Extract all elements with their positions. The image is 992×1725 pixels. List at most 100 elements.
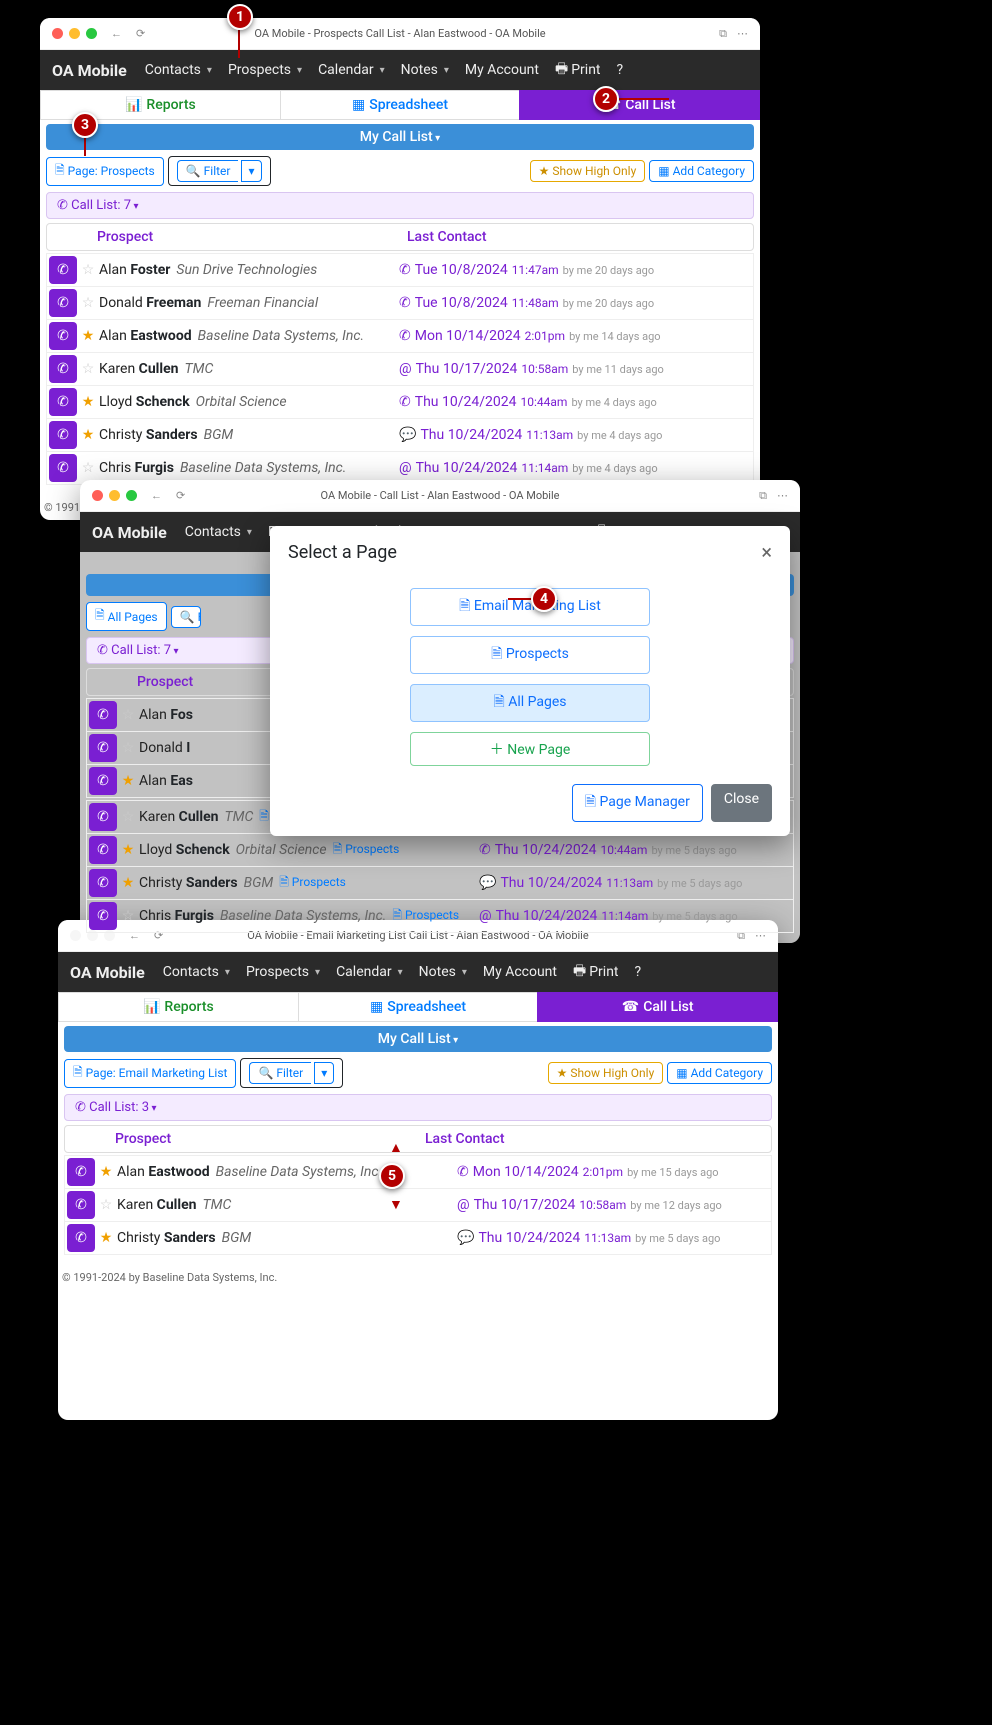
menu-print[interactable]: 🖶Print: [549, 54, 607, 86]
menu-notes[interactable]: Notes: [395, 58, 455, 82]
col-prospect[interactable]: Prospect: [105, 1131, 425, 1147]
cast-icon[interactable]: ⧉: [719, 27, 727, 41]
call-button[interactable]: ✆: [89, 803, 117, 831]
table-row[interactable]: ✆☆Karen CullenTMC@Thu 10/17/202410:58amb…: [46, 353, 754, 386]
table-row[interactable]: ✆☆Karen CullenTMC@Thu 10/17/202410:58amb…: [64, 1189, 772, 1222]
brand[interactable]: OA Mobile: [92, 523, 167, 542]
table-row[interactable]: ✆★Lloyd SchenckOrbital Science🗎 Prospect…: [86, 834, 794, 867]
page-option-newpage[interactable]: ＋ New Page: [410, 732, 650, 766]
call-list-count[interactable]: ✆ Call List: 3: [64, 1094, 772, 1121]
call-button[interactable]: ✆: [89, 869, 117, 897]
tab-calllist[interactable]: ☎Call List: [519, 90, 760, 120]
show-high-only-button[interactable]: ★ Show High Only: [548, 1062, 664, 1084]
reload-icon[interactable]: ⟳: [136, 27, 145, 40]
menu-myaccount[interactable]: My Account: [477, 960, 563, 984]
page-option-allpages[interactable]: 🗎 All Pages: [410, 684, 650, 722]
call-button[interactable]: ✆: [89, 734, 117, 762]
table-row[interactable]: ✆★Christy SandersBGM💬Thu 10/24/202411:13…: [64, 1222, 772, 1255]
menu-contacts[interactable]: Contacts: [179, 520, 258, 544]
menu-contacts[interactable]: Contacts: [157, 960, 236, 984]
call-button[interactable]: ✆: [67, 1158, 95, 1186]
page-manager-button[interactable]: 🗎 Page Manager: [572, 784, 703, 822]
star-icon[interactable]: ☆: [79, 460, 97, 476]
filter-caret-icon[interactable]: ▾: [314, 1062, 334, 1084]
menu-prospects[interactable]: Prospects: [240, 960, 326, 984]
cast-icon[interactable]: ⧉: [759, 489, 767, 503]
show-high-only-button[interactable]: ★ Show High Only: [530, 160, 646, 182]
call-button[interactable]: ✆: [49, 289, 77, 317]
star-icon[interactable]: ☆: [119, 809, 137, 825]
close-button[interactable]: Close: [711, 784, 772, 822]
tab-spreadsheet[interactable]: ▦ Spreadsheet: [298, 992, 538, 1022]
star-icon[interactable]: ★: [119, 842, 137, 858]
call-button[interactable]: ✆: [49, 454, 77, 482]
table-row[interactable]: ✆★Alan EastwoodBaseline Data Systems, In…: [64, 1155, 772, 1189]
star-icon[interactable]: ★: [97, 1230, 115, 1246]
col-lastcontact[interactable]: Last Contact: [407, 229, 753, 245]
window-controls[interactable]: [52, 28, 97, 39]
call-button[interactable]: ✆: [49, 355, 77, 383]
call-button[interactable]: ✆: [49, 421, 77, 449]
tab-spreadsheet[interactable]: ▦Spreadsheet: [280, 90, 520, 120]
page-tag[interactable]: 🗎 Prospects: [392, 906, 459, 927]
filter-caret-icon[interactable]: ▾: [241, 160, 261, 182]
star-icon[interactable]: ☆: [119, 707, 137, 723]
table-row[interactable]: ✆★Lloyd SchenckOrbital Science✆Thu 10/24…: [46, 386, 754, 419]
menu-help[interactable]: ?: [611, 58, 630, 82]
my-call-list-dropdown[interactable]: My Call List: [64, 1026, 772, 1052]
window-controls[interactable]: [92, 490, 137, 501]
star-icon[interactable]: ☆: [119, 740, 137, 756]
page-tag[interactable]: 🗎 Prospects: [333, 840, 400, 861]
col-prospect[interactable]: Prospect: [87, 229, 407, 245]
call-button[interactable]: ✆: [89, 902, 117, 930]
menu-myaccount[interactable]: My Account: [459, 58, 545, 82]
close-icon[interactable]: ×: [761, 540, 772, 564]
call-button[interactable]: ✆: [49, 256, 77, 284]
call-button[interactable]: ✆: [49, 388, 77, 416]
page-option-email-marketing[interactable]: 🗎 Email Marketing List: [410, 588, 650, 626]
tab-calllist[interactable]: ☎ Call List: [537, 992, 778, 1022]
star-icon[interactable]: ★: [97, 1164, 115, 1180]
call-button[interactable]: ✆: [89, 701, 117, 729]
menu-calendar[interactable]: Calendar: [312, 58, 391, 82]
call-list-count[interactable]: ✆ Call List: 7: [46, 192, 754, 219]
table-row[interactable]: ✆★Christy SandersBGM🗎 Prospects💬Thu 10/2…: [86, 867, 794, 900]
more-icon[interactable]: ⋯: [777, 489, 788, 503]
call-button[interactable]: ✆: [89, 836, 117, 864]
star-icon[interactable]: ☆: [79, 295, 97, 311]
reload-icon[interactable]: ⟳: [176, 489, 185, 502]
page-tag[interactable]: 🗎 Prospects: [279, 873, 346, 894]
menu-help[interactable]: ?: [629, 960, 648, 984]
menu-print[interactable]: 🖶Print: [567, 956, 625, 988]
star-icon[interactable]: ★: [119, 773, 137, 789]
back-icon[interactable]: ←: [111, 27, 122, 40]
star-icon[interactable]: ☆: [97, 1197, 115, 1213]
table-row[interactable]: ✆★Christy SandersBGM💬Thu 10/24/202411:13…: [46, 419, 754, 452]
menu-contacts[interactable]: Contacts: [139, 58, 218, 82]
filter-button[interactable]: 🔍 Filter▾: [240, 1058, 343, 1088]
tab-reports[interactable]: 📊 Reports: [58, 992, 298, 1022]
star-icon[interactable]: ★: [79, 394, 97, 410]
star-icon[interactable]: ☆: [79, 361, 97, 377]
brand[interactable]: OA Mobile: [70, 963, 145, 982]
filter-button-partial[interactable]: 🔍 Fi: [171, 606, 201, 628]
filter-button[interactable]: 🔍 Filter▾: [168, 156, 271, 186]
more-icon[interactable]: ⋯: [737, 27, 748, 41]
page-button[interactable]: 🗎 All Pages: [86, 602, 167, 631]
menu-calendar[interactable]: Calendar: [330, 960, 409, 984]
call-button[interactable]: ✆: [49, 322, 77, 350]
table-row[interactable]: ✆★Alan EastwoodBaseline Data Systems, In…: [46, 320, 754, 353]
back-icon[interactable]: ←: [151, 489, 162, 502]
page-option-prospects[interactable]: 🗎 Prospects: [410, 636, 650, 674]
call-button[interactable]: ✆: [67, 1224, 95, 1252]
col-lastcontact[interactable]: Last Contact: [425, 1131, 771, 1147]
star-icon[interactable]: ★: [119, 875, 137, 891]
brand[interactable]: OA Mobile: [52, 61, 127, 80]
star-icon[interactable]: ☆: [119, 908, 137, 924]
call-button[interactable]: ✆: [89, 767, 117, 795]
star-icon[interactable]: ☆: [79, 262, 97, 278]
add-category-button[interactable]: ▦ Add Category: [649, 160, 754, 182]
add-category-button[interactable]: ▦ Add Category: [667, 1062, 772, 1084]
table-row[interactable]: ✆☆Chris FurgisBaseline Data Systems, Inc…: [86, 900, 794, 933]
page-button[interactable]: 🗎 Page: Email Marketing List: [64, 1059, 236, 1088]
